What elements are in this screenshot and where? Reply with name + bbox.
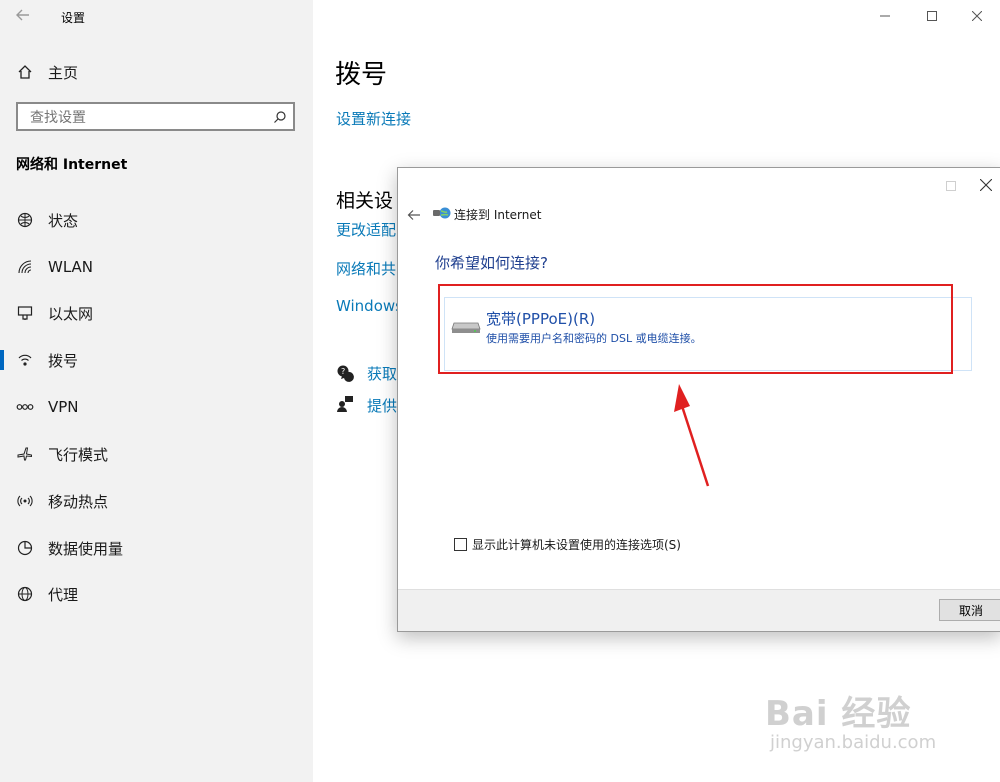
nav-label: 移动热点 <box>48 492 109 511</box>
wifi-icon <box>16 258 34 276</box>
dialog-footer: 取消 <box>398 589 1000 631</box>
related-settings-heading: 相关设 <box>336 190 394 212</box>
nav-label: 代理 <box>48 585 79 604</box>
nav-label: WLAN <box>48 258 94 276</box>
page-title: 拨号 <box>335 60 388 90</box>
show-options-checkbox[interactable] <box>454 538 467 551</box>
nav-label: 数据使用量 <box>48 539 124 558</box>
nav-hotspot[interactable]: 移动热点 <box>0 481 313 521</box>
section-title: 网络和 Internet <box>16 157 128 173</box>
network-globe-icon <box>433 205 451 224</box>
nav-label: 飞行模式 <box>48 445 109 464</box>
home-label: 主页 <box>48 63 79 82</box>
cancel-button[interactable]: 取消 <box>939 599 1000 621</box>
nav-status[interactable]: 状态 <box>0 200 313 240</box>
globe-status-icon <box>16 211 34 229</box>
dialog-title: 连接到 Internet <box>454 208 542 222</box>
search-input[interactable] <box>28 107 262 129</box>
help-link[interactable]: 获取 <box>367 363 397 384</box>
watermark-logo: Bai 经验 <box>765 694 912 734</box>
back-arrow-icon[interactable] <box>14 6 34 26</box>
nav-vpn[interactable]: VPN <box>0 387 313 427</box>
nav-label: 拨号 <box>48 351 79 370</box>
search-box[interactable] <box>16 102 295 131</box>
dialog-question: 你希望如何连接? <box>435 254 548 272</box>
feedback-person-icon <box>336 395 354 417</box>
hotspot-icon <box>16 492 34 510</box>
nav-dialup[interactable]: 拨号 <box>0 340 313 380</box>
home-icon <box>16 63 34 81</box>
globe-icon <box>16 585 34 603</box>
related-link-sharing[interactable]: 网络和共 <box>336 258 396 279</box>
svg-text:?: ? <box>341 367 345 376</box>
nav-wlan[interactable]: WLAN <box>0 247 313 287</box>
close-button[interactable] <box>954 0 1000 32</box>
search-icon <box>273 109 287 128</box>
minimize-button[interactable] <box>862 0 908 32</box>
show-options-checkbox-row[interactable]: 显示此计算机未设置使用的连接选项(S) <box>454 536 681 553</box>
annotation-arrow-icon <box>674 384 710 487</box>
home-nav[interactable]: 主页 <box>0 52 313 92</box>
vpn-icon <box>16 398 34 416</box>
watermark-url: jingyan.baidu.com <box>770 732 937 753</box>
nav-data-usage[interactable]: 数据使用量 <box>0 528 313 568</box>
settings-sidebar: 设置 主页 网络和 Internet 状态 WLAN 以太网 拨号 VPN 飞行… <box>0 0 313 782</box>
ethernet-icon <box>16 304 34 322</box>
highlight-annotation-box <box>438 284 953 374</box>
maximize-button[interactable] <box>909 0 955 32</box>
airplane-icon <box>16 445 34 463</box>
dialog-maximize-button <box>946 176 956 195</box>
checkbox-label: 显示此计算机未设置使用的连接选项(S) <box>472 538 681 552</box>
feedback-link[interactable]: 提供 <box>367 395 397 416</box>
dialog-close-button[interactable] <box>979 176 993 195</box>
dialup-icon <box>16 351 34 369</box>
help-chat-icon: ? <box>336 364 354 386</box>
nav-label: 以太网 <box>48 304 94 323</box>
window-title: 设置 <box>61 11 86 25</box>
nav-proxy[interactable]: 代理 <box>0 574 313 614</box>
dialog-back-arrow-icon[interactable] <box>407 206 421 225</box>
nav-label: 状态 <box>48 211 79 230</box>
nav-label: VPN <box>48 398 79 416</box>
data-usage-icon <box>16 539 34 557</box>
related-link-adapter[interactable]: 更改适配 <box>336 219 396 240</box>
related-link-firewall[interactable]: Windows <box>336 297 403 315</box>
nav-ethernet[interactable]: 以太网 <box>0 293 313 333</box>
setup-new-connection-link[interactable]: 设置新连接 <box>336 108 411 129</box>
nav-airplane[interactable]: 飞行模式 <box>0 434 313 474</box>
